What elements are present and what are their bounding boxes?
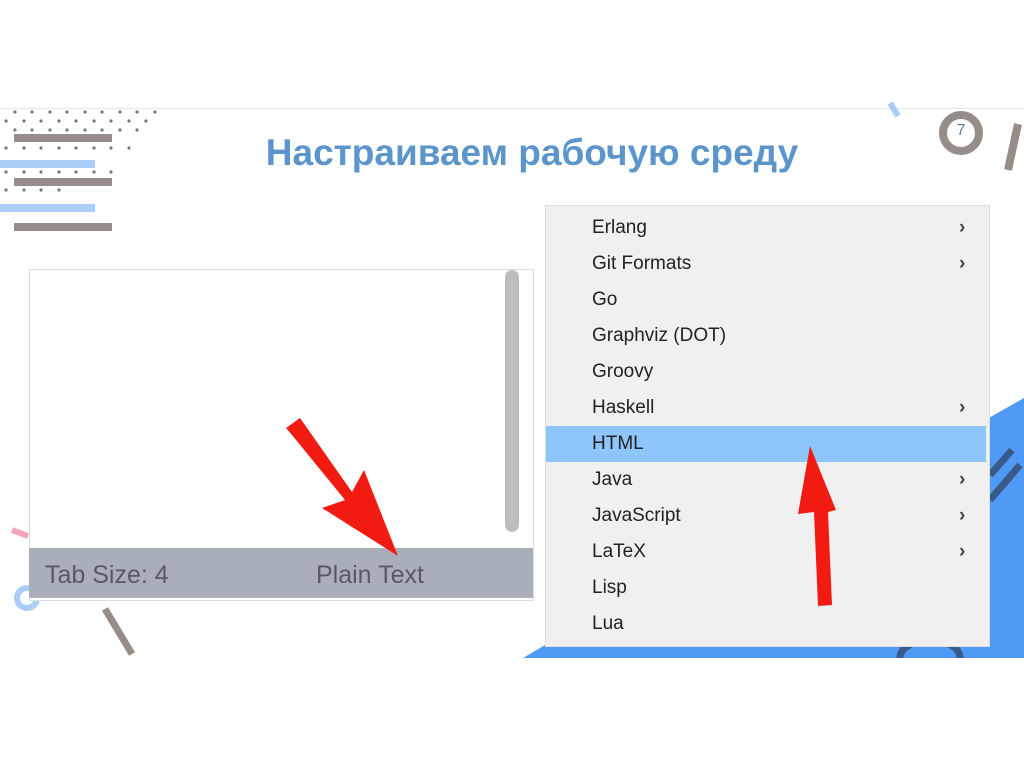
editor-status-bar: Tab Size: 4 Plain Text [29,548,533,598]
menu-item-lua[interactable]: Lua [546,606,989,642]
menu-item-label: Graphviz (DOT) [592,325,727,346]
menu-item-label: Groovy [592,361,654,382]
menu-item-label: HTML [592,433,644,454]
tab-size-indicator[interactable]: Tab Size: 4 [45,561,169,590]
menu-item-latex[interactable]: LaTeX › [546,534,989,570]
menu-item-label: Lua [592,613,624,634]
menu-item-label: JavaScript [592,505,681,526]
page-number: 7 [956,122,966,139]
menu-item-lisp[interactable]: Lisp [546,570,989,606]
menu-item-label: Haskell [592,397,655,418]
chevron-right-icon: › [959,253,966,274]
menu-item-label: Git Formats [592,253,692,274]
slide-title: Настраиваем рабочую среду [265,132,799,173]
chevron-right-icon: › [959,469,966,490]
menu-item-javascript[interactable]: JavaScript › [546,498,989,534]
menu-item-haskell[interactable]: Haskell › [546,390,989,426]
menu-item-go[interactable]: Go [546,282,989,318]
chevron-right-icon: › [959,541,966,562]
chevron-right-icon: › [959,397,966,418]
menu-item-html[interactable]: HTML [546,426,986,462]
syntax-menu: Erlang › Git Formats › Go Graphviz (DOT) Groov… [545,205,990,647]
menu-item-label: Lisp [592,577,627,598]
menu-item-java[interactable]: Java › [546,462,989,498]
decor-top-right [887,101,1022,171]
chevron-right-icon: › [959,217,966,238]
menu-item-label: Erlang [592,217,647,238]
syntax-selector[interactable]: Plain Text [316,561,424,590]
menu-item-groovy[interactable]: Groovy [546,354,989,390]
menu-item-label: LaTeX [592,541,646,562]
menu-item-erlang[interactable]: Erlang › [546,210,989,246]
menu-item-graphviz-dot[interactable]: Graphviz (DOT) [546,318,989,354]
chevron-right-icon: › [959,505,966,526]
menu-item-label: Go [592,289,618,310]
editor-scrollbar[interactable] [505,270,519,532]
menu-item-label: Java [592,469,633,490]
menu-item-git-formats[interactable]: Git Formats › [546,246,989,282]
